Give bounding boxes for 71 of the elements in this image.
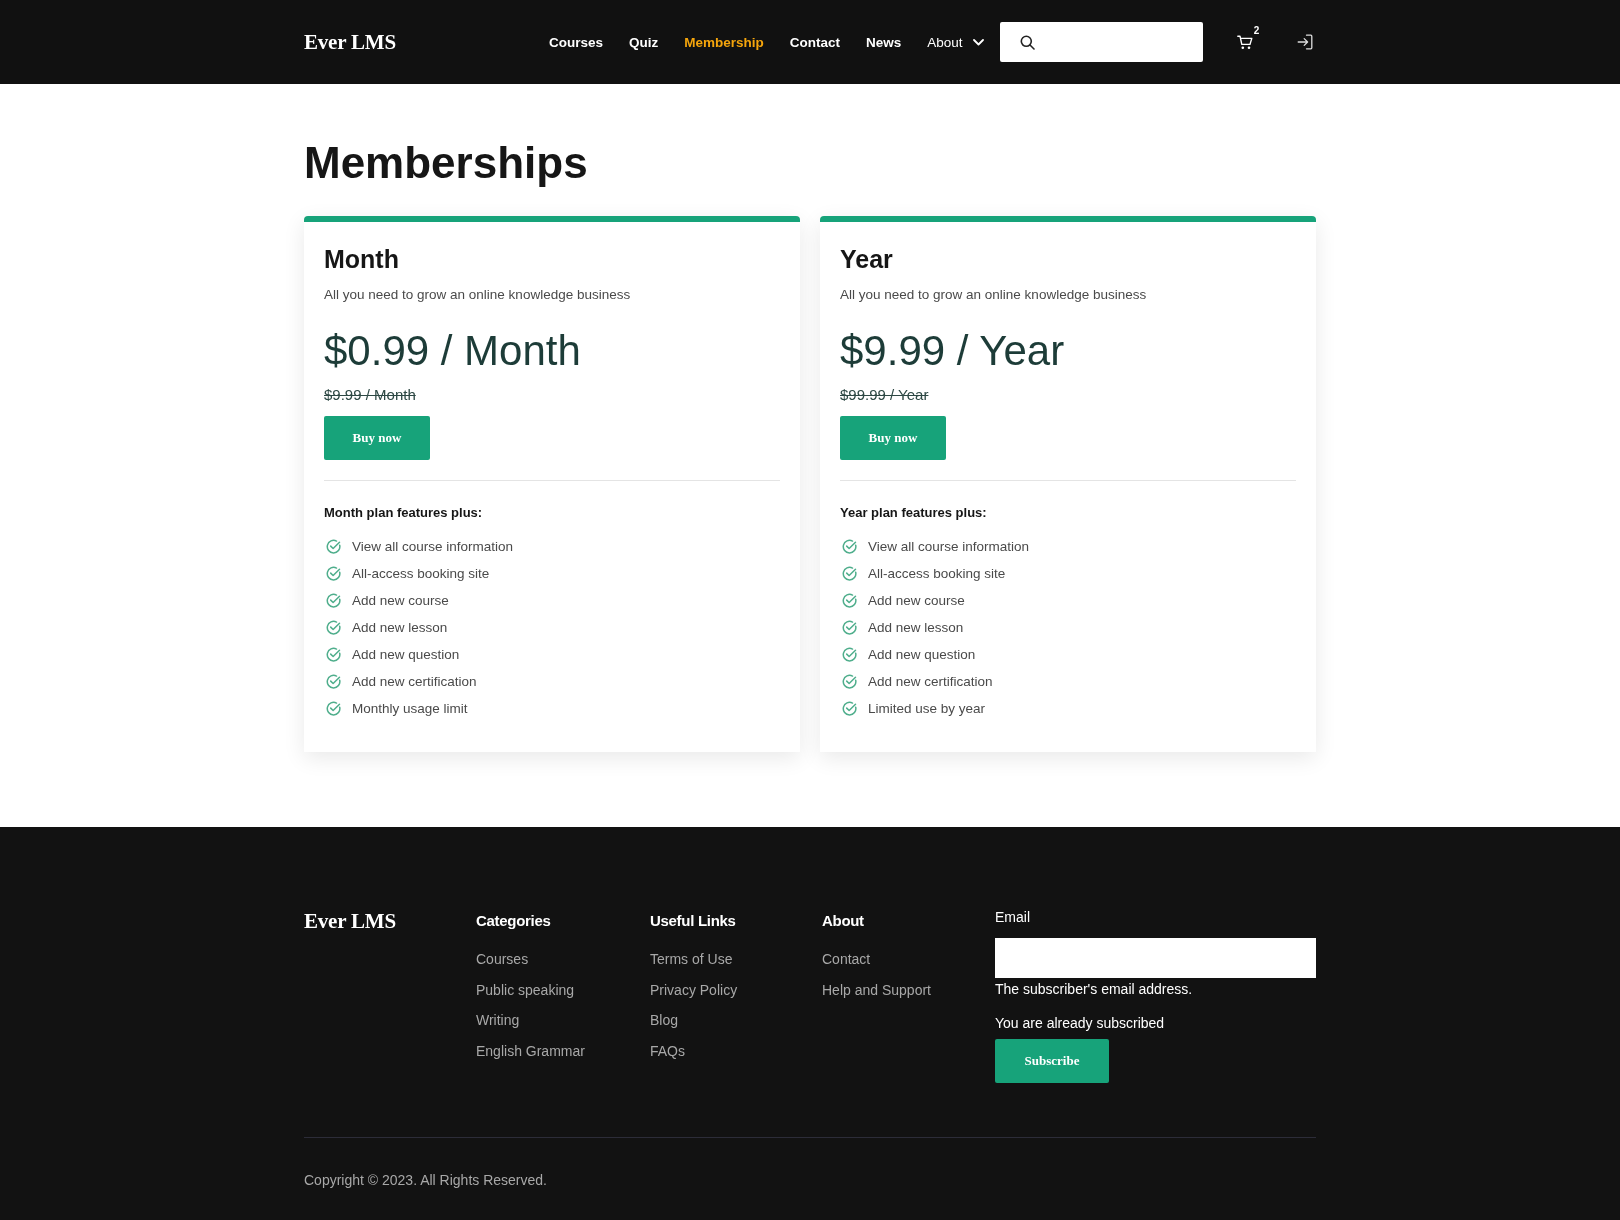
circle-check-icon [326, 566, 341, 581]
circle-check-icon [326, 647, 341, 662]
feature-text: Add new lesson [352, 620, 448, 635]
feature-text: View all course information [868, 539, 1030, 554]
feature-text: All-access booking site [868, 566, 1006, 581]
search-field[interactable] [999, 22, 1203, 62]
circle-check-icon [842, 566, 857, 581]
feature-text: Add new course [868, 593, 965, 608]
plan-description: All you need to grow an online knowledge business [324, 286, 632, 304]
footer-link[interactable]: Help and Support [822, 978, 931, 1001]
feature-text: Limited use by year [868, 701, 986, 716]
footer-link[interactable]: Contact [822, 948, 871, 970]
circle-check-icon [842, 593, 857, 608]
circle-check-icon [326, 620, 341, 635]
footer-link[interactable]: Courses [476, 948, 529, 970]
footer-link[interactable]: FAQs [650, 1040, 685, 1063]
cart-count: 2 [1253, 25, 1260, 36]
footer-link[interactable]: English Grammar [476, 1040, 585, 1063]
plan-name: Year [840, 244, 894, 275]
features-heading: Year plan features plus: [840, 504, 988, 522]
feature-text: Add new certification [868, 674, 993, 689]
nav-link[interactable]: Membership [684, 34, 764, 50]
footer-link[interactable]: Blog [650, 1009, 679, 1032]
plan-description: All you need to grow an online knowledge business [840, 286, 1148, 304]
circle-check-icon [842, 701, 857, 716]
circle-check-icon [842, 620, 857, 635]
feature-text: Add new question [868, 647, 976, 662]
nav-link[interactable]: Contact [789, 34, 841, 50]
cart-icon[interactable] [1236, 34, 1253, 50]
feature-text: Add new question [352, 647, 460, 662]
plan-price: $0.99 / Month [324, 326, 582, 376]
nav-link[interactable]: News [866, 34, 902, 50]
footer-link[interactable]: Terms of Use [650, 948, 733, 970]
circle-check-icon [842, 539, 857, 554]
circle-check-icon [842, 647, 857, 662]
circle-check-icon [326, 539, 341, 554]
footer-heading: About [822, 911, 865, 931]
page-title: Memberships [304, 137, 589, 189]
original-price: $99.99 / Year [840, 385, 929, 405]
footer-logo[interactable]: Ever LMS [304, 910, 476, 932]
sign-in-icon[interactable] [1296, 34, 1313, 50]
circle-check-icon [326, 674, 341, 689]
feature-text: All-access booking site [352, 566, 490, 581]
subscription-status: You are already subscribed [995, 1014, 1166, 1033]
circle-check-icon [326, 701, 341, 716]
original-price: $9.99 / Month [324, 385, 416, 405]
feature-text: View all course information [352, 539, 514, 554]
nav-dropdown[interactable]: About [927, 34, 984, 50]
email-input[interactable] [995, 938, 1316, 978]
site-logo[interactable]: Ever LMS [304, 29, 549, 55]
nav-link[interactable]: Courses [549, 34, 604, 50]
footer-heading: Categories [476, 911, 552, 931]
footer-link[interactable]: Privacy Policy [650, 978, 738, 1001]
feature-text: Add new lesson [868, 620, 964, 635]
footer-heading: Useful Links [650, 911, 737, 931]
copyright-text: Copyright © 2023. All Rights Reserved. [304, 1171, 548, 1190]
footer-link[interactable]: Public speaking [476, 978, 575, 1001]
feature-text: Add new certification [352, 674, 477, 689]
feature-text: Add new course [352, 593, 449, 608]
email-label: Email [995, 908, 1031, 927]
nav-link[interactable]: Quiz [629, 34, 659, 50]
circle-check-icon [326, 593, 341, 608]
features-heading: Month plan features plus: [324, 504, 484, 522]
plan-name: Month [324, 244, 400, 275]
search-icon [1019, 34, 1035, 50]
chevron-down-icon [972, 38, 984, 46]
email-help-text: The subscriber's email address. [995, 980, 1194, 999]
plan-price: $9.99 / Year [840, 326, 1066, 376]
feature-text: Monthly usage limit [352, 701, 468, 716]
footer-link[interactable]: Writing [476, 1009, 520, 1032]
circle-check-icon [842, 674, 857, 689]
